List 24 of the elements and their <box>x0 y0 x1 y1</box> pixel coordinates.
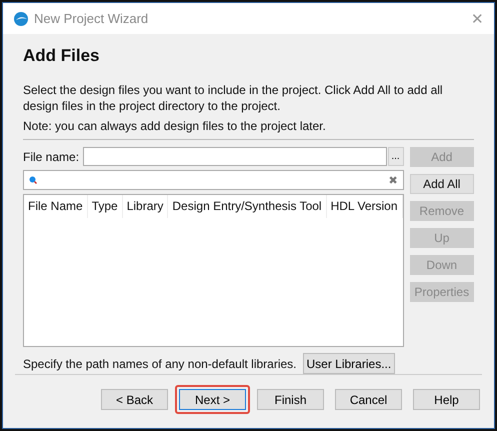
side-button[interactable]: Add All <box>410 174 474 194</box>
browse-button[interactable]: ... <box>388 147 404 166</box>
clear-icon[interactable]: ✖ <box>388 174 398 186</box>
nav-button[interactable]: Finish <box>257 389 324 410</box>
page-heading: Add Files <box>23 46 101 67</box>
file-name-label: File name: <box>23 150 80 164</box>
column-header[interactable]: Library <box>122 195 168 218</box>
window-title: New Project Wizard <box>34 11 150 26</box>
column-header[interactable]: Type <box>88 195 123 218</box>
note-text: Note: you can always add design files to the project later. <box>23 118 327 134</box>
file-name-field[interactable] <box>83 147 386 166</box>
nav-button[interactable]: Help <box>413 389 480 410</box>
libraries-text: Specify the path names of any non-default libraries. <box>23 356 296 370</box>
nav-button[interactable]: Cancel <box>335 389 402 410</box>
column-header[interactable]: HDL Version <box>326 195 402 218</box>
filter-field[interactable]: ✖ <box>23 170 404 190</box>
nav-button[interactable]: Next > <box>179 389 246 410</box>
column-header[interactable]: File Name <box>24 195 88 218</box>
user-libraries-button[interactable]: User Libraries... <box>302 353 396 374</box>
column-header[interactable]: Design Entry/Synthesis Tool <box>168 195 327 218</box>
description-text: Select the design files you want to include in the project. Click Add All to add all design files in the project directory to the project. <box>23 82 444 114</box>
app-logo-icon <box>13 10 29 26</box>
nav-button[interactable]: < Back <box>101 389 168 410</box>
search-icon <box>29 176 37 184</box>
